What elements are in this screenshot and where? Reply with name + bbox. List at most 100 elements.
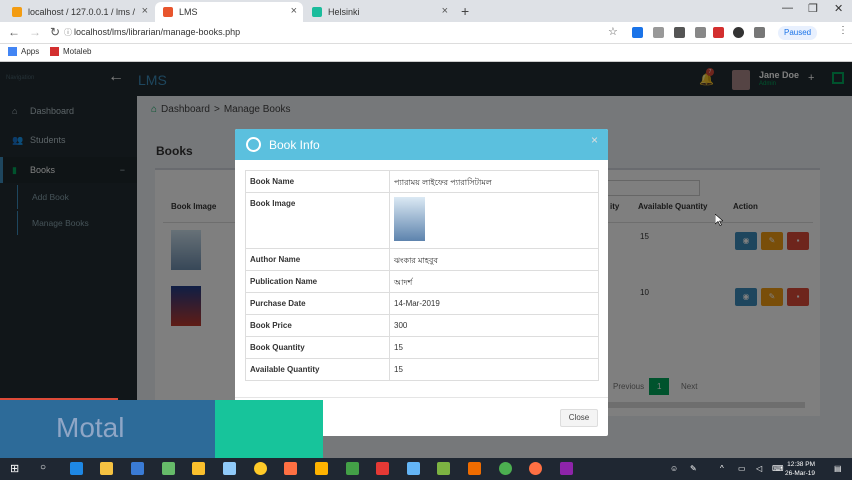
info-label: Book Price [245,314,390,337]
info-row: Publication Name আদর্শ [245,270,599,293]
info-label: Purchase Date [245,292,390,315]
edge-icon[interactable] [70,462,83,475]
info-value: আদর্শ [389,270,599,293]
book-icon [246,137,261,152]
window-close-icon[interactable]: ✕ [834,2,843,15]
windows-start-icon[interactable]: ⊞ [10,462,19,475]
windows-taskbar: ⊞ ○ ☺ ✎ ^ ▭ ◁ ⌨ 12:38 PM 26-Mar-19 ▤ [0,458,852,480]
info-value: 300 [389,314,599,337]
info-value: 15 [389,358,599,381]
browser-tab-phpmyadmin[interactable]: localhost / 127.0.0.1 / lms / book × [4,2,154,22]
bookmark-apps[interactable]: Apps [8,47,39,56]
new-tab-icon[interactable]: + [461,3,469,19]
info-value: ঝংকার মাহবুব [389,248,599,271]
bookmarks-bar: Apps Motaleb [0,44,852,62]
browser-tab-lms[interactable]: LMS × [155,2,303,22]
info-label: Book Image [245,192,390,249]
mail-icon[interactable] [131,462,144,475]
modal-footer-divider [235,397,608,398]
info-label: Publication Name [245,270,390,293]
network-icon[interactable]: ▭ [738,464,746,473]
helsinki-favicon-icon [312,7,322,17]
extension-icon[interactable] [674,27,685,38]
info-row: Book Quantity 15 [245,336,599,359]
app-icon[interactable] [223,462,236,475]
info-value: প্যারাময় লাইফের প্যারাসিটামল [389,170,599,193]
app-icon[interactable] [437,462,450,475]
menu-icon[interactable]: ⋮ [838,25,848,36]
info-label: Author Name [245,248,390,271]
firefox-icon[interactable] [529,462,542,475]
close-tab-icon[interactable]: × [442,5,448,17]
info-row: Available Quantity 15 [245,358,599,381]
info-row: Book Price 300 [245,314,599,337]
bookmark-star-icon[interactable]: ☆ [608,25,618,38]
browser-tabstrip: localhost / 127.0.0.1 / lms / book × LMS… [0,0,852,22]
chevron-up-icon[interactable]: ^ [720,464,724,473]
info-row: Book Image [245,192,599,249]
motaleb-icon [50,47,59,56]
phpmyadmin-icon [12,7,22,17]
app-icon[interactable] [254,462,267,475]
taskbar-clock[interactable]: 12:38 PM 26-Mar-19 [785,460,815,478]
close-tab-icon[interactable]: × [142,5,148,17]
keyboard-icon[interactable]: ⌨ [772,464,784,473]
info-row: Purchase Date 14-Mar-2019 [245,292,599,315]
app-icon[interactable] [407,462,420,475]
minimize-icon[interactable]: — [782,2,793,14]
sublime-icon[interactable] [468,462,481,475]
extension-icon[interactable] [713,27,724,38]
tray-icon[interactable]: ✎ [690,464,697,473]
chrome-icon[interactable] [499,462,512,475]
info-label: Book Quantity [245,336,390,359]
info-label: Available Quantity [245,358,390,381]
watermark-accent-block [215,400,323,458]
watermark-text: Motal [56,412,125,443]
page-viewport: Navigation ← LMS 🔔 7 Jane Doe Admin + ⌂ … [0,62,852,458]
bookmark-motaleb[interactable]: Motaleb [50,47,91,56]
app-icon[interactable] [284,462,297,475]
app-icon[interactable] [376,462,389,475]
close-button[interactable]: Close [560,409,598,427]
extension-icon[interactable] [695,27,706,38]
modal-close-icon[interactable]: × [591,133,598,147]
back-icon[interactable]: ← [8,25,20,39]
file-explorer-icon[interactable] [192,462,205,475]
volume-icon[interactable]: ◁ [756,464,762,473]
url-input[interactable]: localhost/lms/librarian/manage-books.php [74,27,240,37]
info-icon[interactable]: ⓘ [64,27,72,38]
extension-icon[interactable] [733,27,744,38]
notification-center-icon[interactable]: ▤ [834,464,842,473]
search-icon[interactable]: ○ [40,462,46,473]
lms-favicon-icon [163,7,173,17]
browser-tab-helsinki[interactable]: Helsinki × [304,2,454,22]
app-icon[interactable] [162,462,175,475]
extension-icon[interactable] [632,27,643,38]
phpstorm-icon[interactable] [560,462,573,475]
info-row: Book Name প্যারাময় লাইফের প্যারাসিটামল [245,170,599,193]
address-bar-row: ← → ↻ ⓘ localhost/lms/librarian/manage-b… [0,22,852,44]
info-value [389,192,599,249]
book-info-table: Book Name প্যারাময় লাইফের প্যারাসিটামল … [245,170,599,381]
info-value: 15 [389,336,599,359]
forward-icon[interactable]: → [29,25,41,39]
modal-title: Book Info [269,138,320,152]
reload-icon[interactable]: ↻ [50,25,60,39]
info-row: Author Name ঝংকার মাহবুব [245,248,599,271]
info-label: Book Name [245,170,390,193]
modal-header: Book Info × [235,129,608,160]
xampp-icon[interactable] [315,462,328,475]
extension-icon[interactable] [754,27,765,38]
mouse-cursor-icon [715,214,723,226]
profile-paused-badge[interactable]: Paused [778,26,818,40]
info-value: 14-Mar-2019 [389,292,599,315]
restore-icon[interactable]: ❐ [808,2,818,15]
apps-grid-icon [8,47,17,56]
camtasia-icon[interactable] [346,462,359,475]
close-tab-icon[interactable]: × [291,5,297,17]
book-info-modal: Book Info × Book Name প্যারাময় লাইফের প… [235,129,608,436]
people-icon[interactable]: ☺ [670,464,678,473]
book-cover-image [394,197,425,241]
store-icon[interactable] [100,462,113,475]
extension-icon[interactable] [653,27,664,38]
